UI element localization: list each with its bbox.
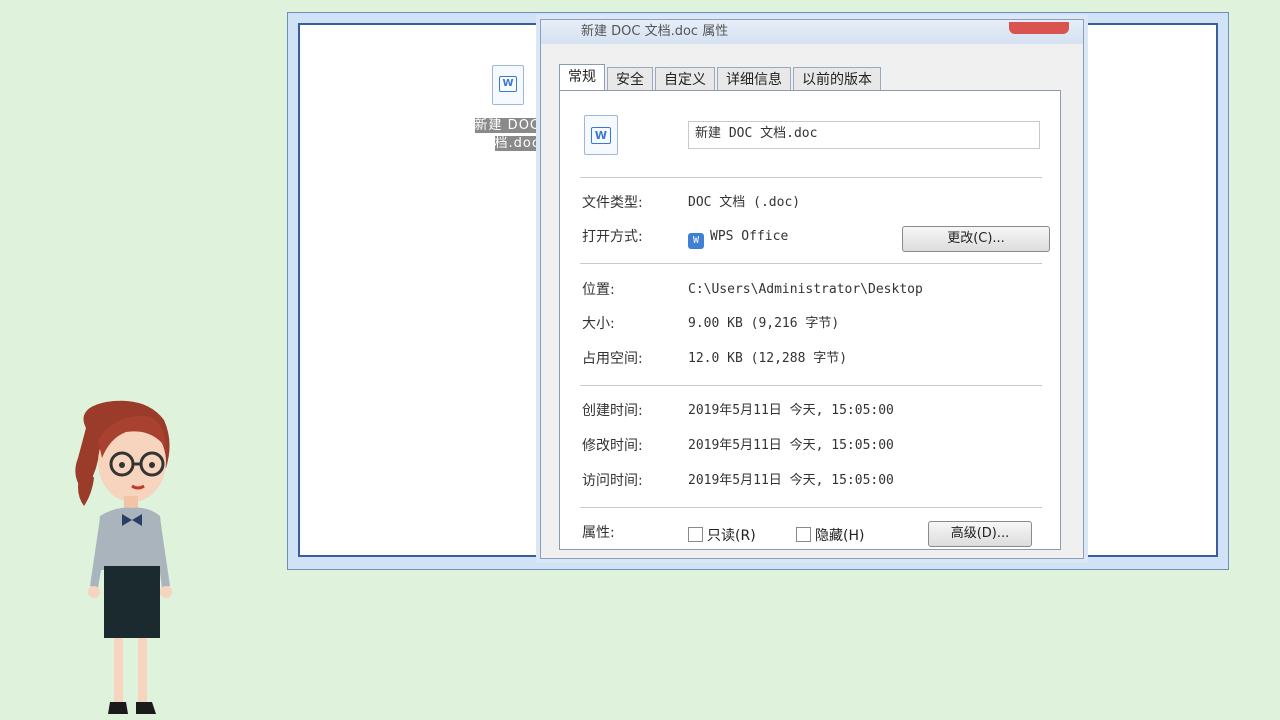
file-type-icon: W (584, 115, 618, 155)
open-with-app: WPS Office (710, 229, 789, 244)
location-value: C:\Users\Administrator\Desktop (688, 282, 923, 297)
file-type-label: 文件类型: (582, 195, 643, 211)
hidden-checkbox[interactable]: 隐藏(H) (796, 525, 864, 545)
readonly-checkbox[interactable]: 只读(R) (688, 525, 756, 545)
tab-bar: 常规 安全 自定义 详细信息 以前的版本 (559, 64, 883, 91)
disk-size-label: 占用空间: (582, 351, 643, 367)
readonly-label: 只读(R) (707, 528, 756, 544)
open-with-label: 打开方式: (582, 229, 643, 245)
word-icon: W (499, 76, 517, 92)
size-value: 9.00 KB (9,216 字节) (688, 316, 840, 331)
checkbox-box[interactable] (796, 527, 811, 542)
created-value: 2019年5月11日 今天, 15:05:00 (688, 403, 894, 418)
desktop-window-frame: W 新建 DOC 档.doc 新建 DOC 文档.doc 属性 常规 安全 自定… (287, 12, 1229, 570)
tab-previous-versions[interactable]: 以前的版本 (793, 67, 881, 91)
created-label: 创建时间: (582, 403, 643, 419)
divider (580, 507, 1042, 509)
accessed-label: 访问时间: (582, 473, 643, 489)
properties-dialog: 新建 DOC 文档.doc 属性 常规 安全 自定义 详细信息 以前的版本 W … (540, 19, 1084, 559)
desktop-file-label: 新建 DOC 档.doc (468, 117, 548, 153)
file-type-value: DOC 文档 (.doc) (688, 195, 801, 210)
open-with-value: W WPS Office (688, 225, 788, 249)
cartoon-woman-illustration (75, 400, 172, 714)
divider (580, 177, 1042, 179)
divider (580, 263, 1042, 265)
tab-custom[interactable]: 自定义 (655, 67, 715, 91)
attributes-label: 属性: (582, 525, 615, 541)
tab-general[interactable]: 常规 (559, 64, 605, 91)
wps-icon: W (688, 233, 704, 249)
desktop-area: W 新建 DOC 档.doc 新建 DOC 文档.doc 属性 常规 安全 自定… (298, 19, 1218, 559)
file-name-input[interactable]: 新建 DOC 文档.doc (688, 121, 1040, 149)
checkbox-box[interactable] (688, 527, 703, 542)
tab-details[interactable]: 详细信息 (717, 67, 791, 91)
size-label: 大小: (582, 316, 615, 332)
modified-label: 修改时间: (582, 438, 643, 454)
accessed-value: 2019年5月11日 今天, 15:05:00 (688, 473, 894, 488)
disk-size-value: 12.0 KB (12,288 字节) (688, 351, 848, 366)
divider (580, 385, 1042, 387)
file-label-line1: 新建 DOC (474, 118, 540, 133)
advanced-button[interactable]: 高级(D)... (928, 521, 1032, 547)
word-icon: W (591, 127, 611, 144)
dialog-title: 新建 DOC 文档.doc 属性 (581, 24, 729, 39)
disk-size-row: 占用空间: 12.0 KB (12,288 字节) (582, 347, 1044, 371)
modified-row: 修改时间: 2019年5月11日 今天, 15:05:00 (582, 434, 1044, 458)
tab-security[interactable]: 安全 (607, 67, 653, 91)
change-button[interactable]: 更改(C)... (902, 226, 1050, 252)
dialog-title-bar: 新建 DOC 文档.doc 属性 (541, 20, 1083, 44)
general-panel: W 新建 DOC 文档.doc 文件类型: DOC 文档 (.doc) 打开方式… (559, 90, 1061, 550)
close-button[interactable] (1009, 22, 1069, 34)
doc-file-icon: W (492, 65, 524, 105)
location-row: 位置: C:\Users\Administrator\Desktop (582, 278, 1044, 302)
accessed-row: 访问时间: 2019年5月11日 今天, 15:05:00 (582, 469, 1044, 493)
created-row: 创建时间: 2019年5月11日 今天, 15:05:00 (582, 399, 1044, 423)
location-label: 位置: (582, 282, 615, 298)
file-label-line2: 档.doc (494, 136, 540, 151)
size-row: 大小: 9.00 KB (9,216 字节) (582, 312, 1044, 336)
file-type-row: 文件类型: DOC 文档 (.doc) (582, 191, 1044, 215)
modified-value: 2019年5月11日 今天, 15:05:00 (688, 438, 894, 453)
hidden-label: 隐藏(H) (815, 528, 865, 544)
desktop-file-icon[interactable]: W 新建 DOC 档.doc (468, 65, 548, 153)
